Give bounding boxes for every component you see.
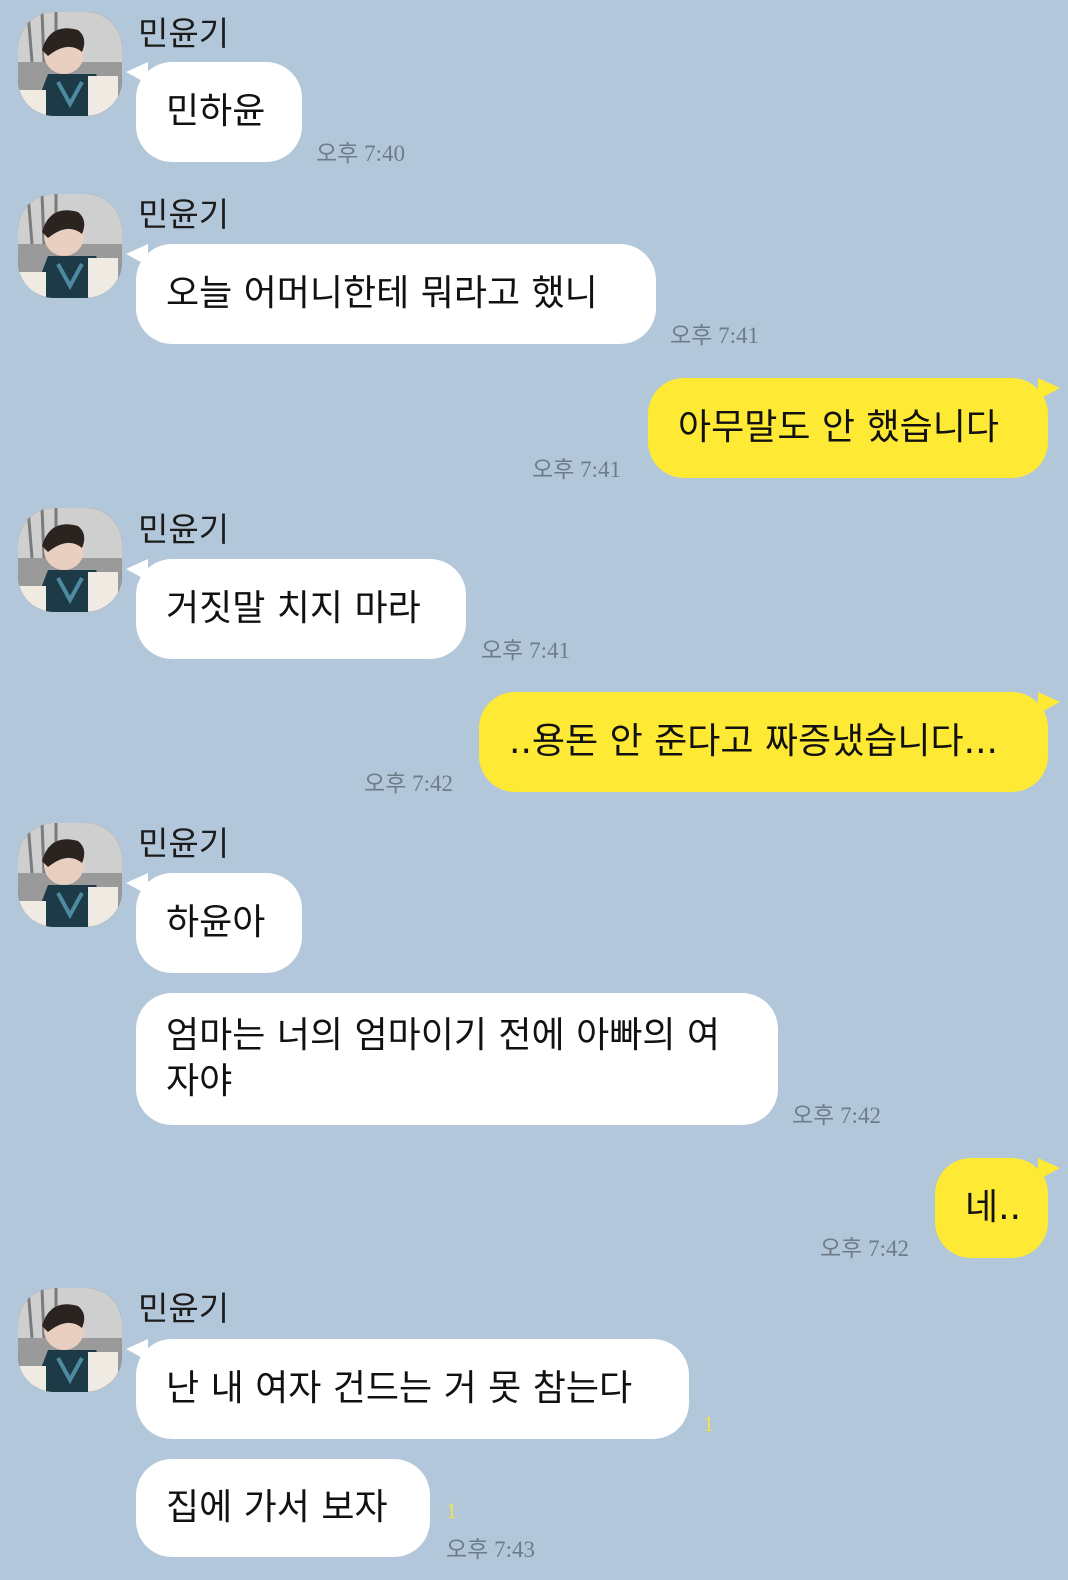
sender-name: 민윤기 [138, 195, 230, 234]
sender-name: 민윤기 [138, 510, 230, 549]
bubble-tail [1038, 378, 1060, 400]
message-bubble-outgoing[interactable]: ..용돈 안 준다고 짜증냈습니다... [479, 692, 1048, 792]
message-bubble-outgoing[interactable]: 네.. [935, 1158, 1048, 1258]
message-timestamp: 오후 7:42 [820, 1236, 909, 1261]
avatar[interactable] [18, 1288, 122, 1392]
unread-count: 1 [703, 1411, 714, 1436]
profile-photo-icon [18, 1288, 122, 1392]
message-timestamp: 오후 7:42 [364, 771, 453, 796]
message-bubble-incoming[interactable]: 난 내 여자 건드는 거 못 참는다 [136, 1339, 689, 1439]
message-text: 아무말도 안 했습니다 [678, 407, 999, 448]
message-timestamp: 오후 7:42 [792, 1103, 881, 1128]
profile-photo-icon [18, 12, 122, 116]
message-bubble-incoming[interactable]: 거짓말 치지 마라 [136, 559, 466, 659]
message-text: 엄마는 너의 엄마이기 전에 아빠의 여자야 [166, 1015, 721, 1102]
chat-room: 민윤기 민하윤 오후 7:40 민윤기 오늘 어머니한테 뭐라고 했니 오후 7… [0, 0, 1068, 1580]
avatar[interactable] [18, 194, 122, 298]
message-text: 오늘 어머니한테 뭐라고 했니 [166, 273, 598, 314]
avatar[interactable] [18, 508, 122, 612]
sender-name: 민윤기 [138, 14, 230, 53]
message-timestamp: 오후 7:41 [670, 323, 759, 348]
message-text: 거짓말 치지 마라 [166, 588, 421, 629]
message-timestamp: 오후 7:40 [316, 141, 405, 166]
message-text: 민하윤 [166, 91, 266, 132]
message-text: 하윤아 [166, 902, 266, 943]
sender-name: 민윤기 [138, 824, 230, 863]
profile-photo-icon [18, 508, 122, 612]
message-bubble-incoming[interactable]: 하윤아 [136, 873, 302, 973]
sender-name: 민윤기 [138, 1289, 230, 1328]
message-text: 난 내 여자 건드는 거 못 참는다 [166, 1368, 633, 1409]
message-timestamp: 오후 7:41 [532, 457, 621, 482]
message-bubble-incoming[interactable]: 엄마는 너의 엄마이기 전에 아빠의 여자야 [136, 993, 778, 1125]
message-text: 네.. [965, 1187, 1022, 1228]
profile-photo-icon [18, 823, 122, 927]
profile-photo-icon [18, 194, 122, 298]
bubble-tail [1038, 692, 1060, 714]
avatar[interactable] [18, 12, 122, 116]
message-text: 집에 가서 보자 [166, 1487, 388, 1528]
message-bubble-outgoing[interactable]: 아무말도 안 했습니다 [648, 378, 1048, 478]
unread-count: 1 [446, 1498, 457, 1523]
message-bubble-incoming[interactable]: 집에 가서 보자 [136, 1459, 430, 1557]
message-timestamp: 오후 7:41 [481, 638, 570, 663]
message-bubble-incoming[interactable]: 오늘 어머니한테 뭐라고 했니 [136, 244, 656, 344]
avatar[interactable] [18, 823, 122, 927]
bubble-tail [1038, 1158, 1060, 1180]
message-bubble-incoming[interactable]: 민하윤 [136, 62, 302, 162]
message-timestamp: 오후 7:43 [446, 1537, 535, 1562]
message-text: ..용돈 안 준다고 짜증냈습니다... [509, 721, 998, 762]
